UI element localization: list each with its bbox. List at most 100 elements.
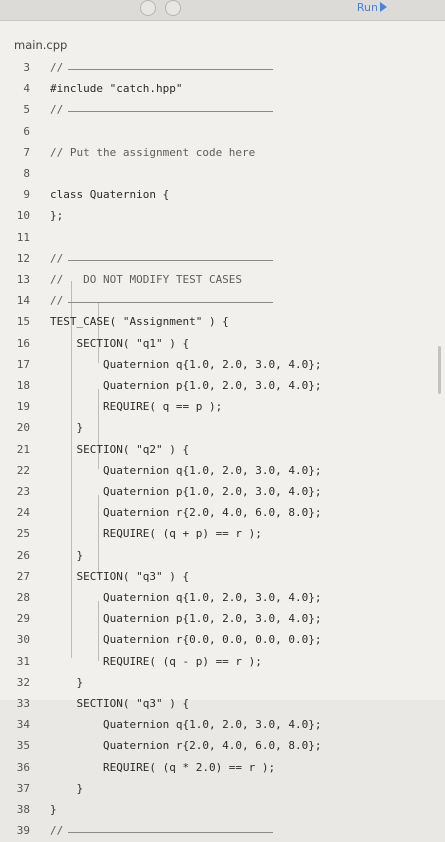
line-text: // Put the assignment code here xyxy=(50,145,256,159)
code-line[interactable]: 34 Quaternion q{1.0, 2.0, 3.0, 4.0}; xyxy=(0,715,445,736)
line-text: } xyxy=(50,803,57,816)
code-line[interactable]: 39 // xyxy=(0,821,445,842)
line-text: Quaternion p{1.0, 2.0, 3.0, 4.0}; xyxy=(50,485,322,498)
line-number: 8 xyxy=(23,167,30,180)
line-text: SECTION( "q3" ) { xyxy=(50,697,190,710)
line-number: 33 xyxy=(16,697,30,710)
line-number: 10 xyxy=(16,209,30,223)
line-number: 26 xyxy=(16,548,30,562)
file-tab-main-cpp[interactable]: main.cpp xyxy=(14,38,67,52)
line-text: REQUIRE( (q + p) == r ); xyxy=(50,527,262,541)
comment-divider xyxy=(68,259,273,261)
line-text: // xyxy=(50,824,64,838)
line-text: TEST_CASE( "Assignment" ) { xyxy=(50,315,229,329)
line-text: #include "catch.hpp" xyxy=(50,82,183,96)
code-line[interactable]: 22 Quaternion q{1.0, 2.0, 3.0, 4.0}; xyxy=(0,461,445,482)
line-text: Quaternion q{1.0, 2.0, 3.0, 4.0}; xyxy=(50,463,322,477)
code-line[interactable]: 30 Quaternion r{0.0, 0.0, 0.0, 0.0}; xyxy=(0,630,445,651)
code-editor[interactable]: 3 // 4 #include "catch.hpp" 5 // 6 7 // Put the … xyxy=(0,58,445,837)
code-line[interactable]: 3 // xyxy=(0,58,445,79)
code-line[interactable]: 26 } xyxy=(0,546,445,567)
code-line[interactable]: 17 Quaternion q{1.0, 2.0, 3.0, 4.0}; xyxy=(0,355,445,376)
code-line[interactable]: 37 } xyxy=(0,779,445,800)
line-text: SECTION( "q3" ) { xyxy=(50,569,190,583)
line-number: 34 xyxy=(16,718,30,732)
code-line[interactable]: 18 Quaternion p{1.0, 2.0, 3.0, 4.0}; xyxy=(0,376,445,397)
code-line[interactable]: 15 TEST_CASE( "Assignment" ) { xyxy=(0,312,445,333)
line-number: 36 xyxy=(16,760,30,774)
line-text: Quaternion q{1.0, 2.0, 3.0, 4.0}; xyxy=(50,718,322,732)
line-number: 35 xyxy=(16,739,30,753)
line-number: 21 xyxy=(16,442,30,456)
line-number: 20 xyxy=(16,421,30,435)
nav-back-icon[interactable] xyxy=(140,0,156,16)
code-line[interactable]: 36 REQUIRE( (q * 2.0) == r ); xyxy=(0,758,445,779)
line-text: } xyxy=(50,548,84,562)
code-line[interactable]: 4 #include "catch.hpp" xyxy=(0,79,445,100)
code-line[interactable]: 12 // xyxy=(0,249,445,270)
code-line[interactable]: 31 REQUIRE( (q - p) == r ); xyxy=(0,652,445,673)
code-line[interactable]: 33 SECTION( "q3" ) { xyxy=(0,694,445,715)
code-line[interactable]: 35 Quaternion r{2.0, 4.0, 6.0, 8.0}; xyxy=(0,736,445,757)
line-number: 27 xyxy=(16,569,30,583)
line-text: } xyxy=(50,421,84,435)
editor-panel: main.cpp 3 // 4 #include "catch.hpp" 5 // 6 7 //… xyxy=(0,21,445,837)
code-line[interactable]: 9 class Quaternion { xyxy=(0,185,445,206)
line-number: 25 xyxy=(16,527,30,541)
nav-forward-icon[interactable] xyxy=(165,0,181,16)
code-line[interactable]: 32 } xyxy=(0,673,445,694)
code-line[interactable]: 25 REQUIRE( (q + p) == r ); xyxy=(0,524,445,545)
line-number: 37 xyxy=(16,781,30,795)
scrollbar-thumb[interactable] xyxy=(438,346,441,394)
line-number: 14 xyxy=(16,294,30,308)
comment-divider xyxy=(68,832,273,834)
code-line[interactable]: 23 Quaternion p{1.0, 2.0, 3.0, 4.0}; xyxy=(0,482,445,503)
code-line[interactable]: 6 xyxy=(0,122,445,143)
line-number: 23 xyxy=(16,485,30,498)
code-line[interactable]: 5 // xyxy=(0,100,445,121)
line-number: 17 xyxy=(16,357,30,371)
line-text: Quaternion r{2.0, 4.0, 6.0, 8.0}; xyxy=(50,739,322,753)
line-text: class Quaternion { xyxy=(50,188,170,202)
line-text: SECTION( "q2" ) { xyxy=(50,442,190,456)
line-text: REQUIRE( (q * 2.0) == r ); xyxy=(50,760,276,774)
code-line[interactable]: 29 Quaternion p{1.0, 2.0, 3.0, 4.0}; xyxy=(0,609,445,630)
run-button-label: Run xyxy=(356,0,378,14)
line-number: 13 xyxy=(16,273,30,286)
line-text: Quaternion r{0.0, 0.0, 0.0, 0.0}; xyxy=(50,633,322,647)
code-line[interactable]: 28 Quaternion q{1.0, 2.0, 3.0, 4.0}; xyxy=(0,588,445,609)
play-icon xyxy=(380,2,387,12)
code-line[interactable]: 20 } xyxy=(0,418,445,439)
line-text: // DO NOT MODIFY TEST CASES xyxy=(50,273,243,286)
line-number: 7 xyxy=(23,145,30,159)
line-number: 9 xyxy=(23,188,30,202)
code-line[interactable]: 21 SECTION( "q2" ) { xyxy=(0,440,445,461)
code-line[interactable]: 27 SECTION( "q3" ) { xyxy=(0,567,445,588)
line-number: 12 xyxy=(16,251,30,265)
line-text: // xyxy=(50,103,64,117)
line-text: Quaternion p{1.0, 2.0, 3.0, 4.0}; xyxy=(50,379,322,392)
window-top-bar: Run xyxy=(0,0,445,21)
line-text: Quaternion q{1.0, 2.0, 3.0, 4.0}; xyxy=(50,591,322,604)
code-line[interactable]: 19 REQUIRE( q == p ); xyxy=(0,397,445,418)
comment-divider xyxy=(68,111,273,113)
line-text: } xyxy=(50,781,84,795)
code-line[interactable]: 13 // DO NOT MODIFY TEST CASES xyxy=(0,270,445,291)
code-line[interactable]: 16 SECTION( "q1" ) { xyxy=(0,334,445,355)
line-number: 19 xyxy=(16,400,30,414)
code-line[interactable]: 10}; xyxy=(0,206,445,227)
code-line[interactable]: 14 // xyxy=(0,291,445,312)
code-line[interactable]: 24 Quaternion r{2.0, 4.0, 6.0, 8.0}; xyxy=(0,503,445,524)
line-text: Quaternion q{1.0, 2.0, 3.0, 4.0}; xyxy=(50,357,322,371)
line-number: 4 xyxy=(23,82,30,96)
comment-divider xyxy=(68,69,273,70)
code-line[interactable]: 8 xyxy=(0,164,445,185)
line-number: 18 xyxy=(16,379,30,392)
code-line[interactable]: 11 xyxy=(0,228,445,249)
line-text: // xyxy=(50,251,64,265)
line-text: Quaternion p{1.0, 2.0, 3.0, 4.0}; xyxy=(50,612,322,626)
line-text: // xyxy=(50,294,64,308)
code-line[interactable]: 38} xyxy=(0,800,445,821)
run-button[interactable]: Run xyxy=(357,0,387,14)
code-line[interactable]: 7 // Put the assignment code here xyxy=(0,143,445,164)
